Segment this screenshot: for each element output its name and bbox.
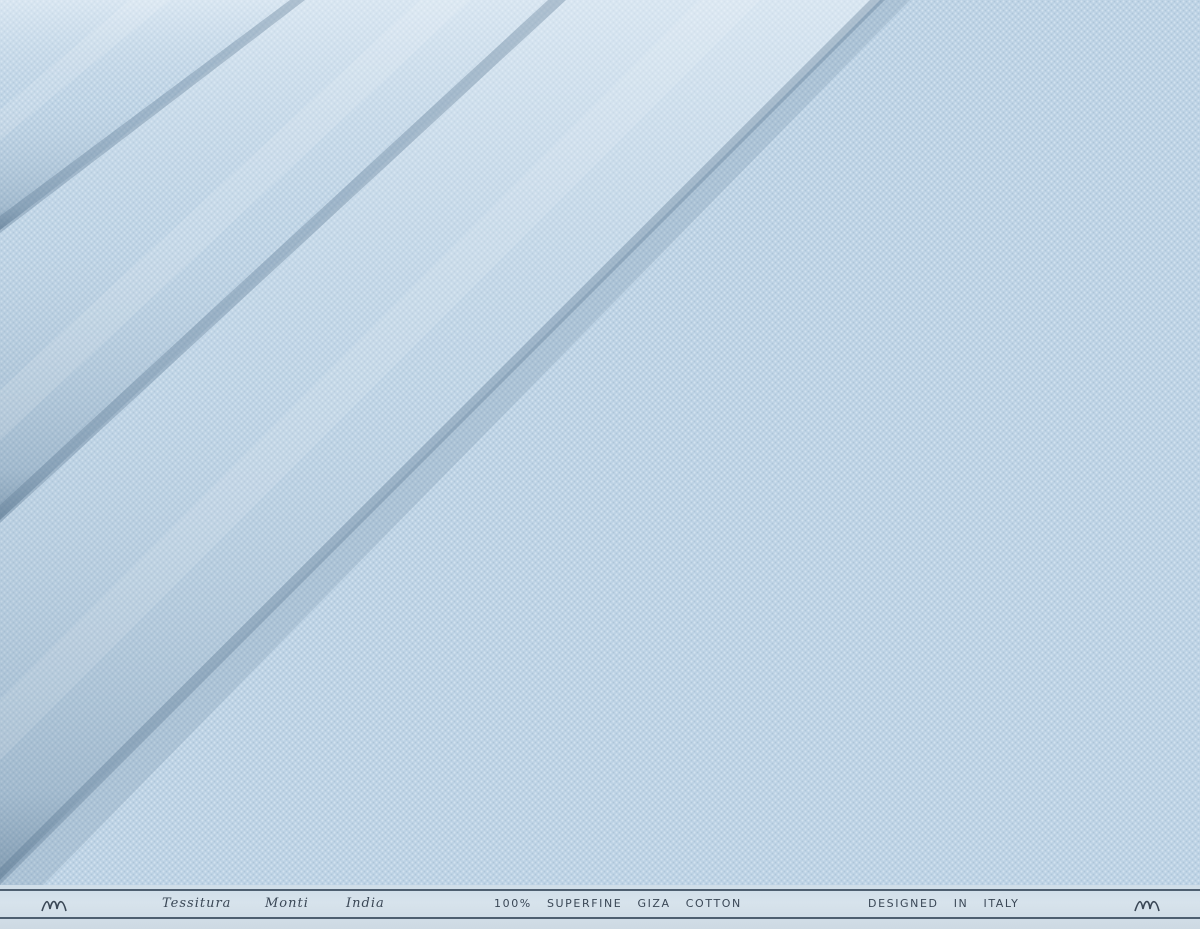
monti-m-logo-icon (41, 900, 67, 912)
brand-word-india: India (346, 896, 385, 911)
brand-word-tessitura: Tessitura (162, 896, 232, 911)
origin-label: DESIGNED IN ITALY (868, 897, 1020, 910)
monti-m-logo-icon (1134, 900, 1160, 912)
brand-word-monti: Monti (265, 896, 309, 911)
selvedge-strip: Tessitura Monti India 100% SUPERFINE GIZ… (0, 885, 1200, 929)
composition-label: 100% SUPERFINE GIZA COTTON (494, 897, 742, 910)
fabric-photo: Tessitura Monti India 100% SUPERFINE GIZ… (0, 0, 1200, 929)
fabric-drape (0, 0, 1200, 929)
